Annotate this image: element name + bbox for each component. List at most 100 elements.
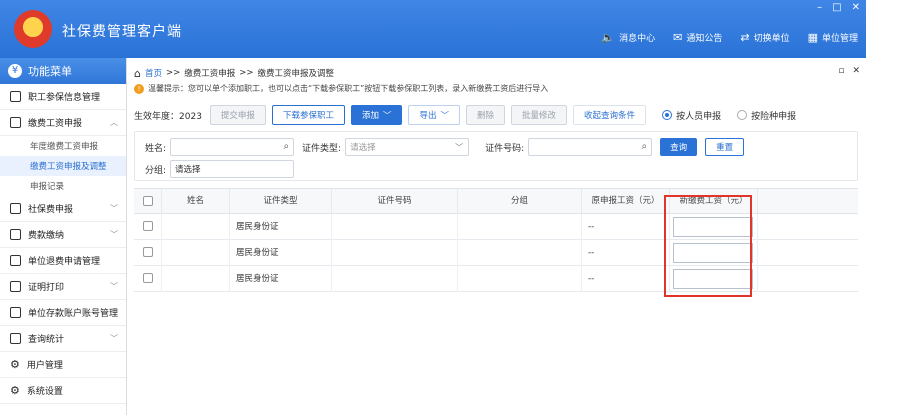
header-id-number: 证件号码 <box>332 189 458 214</box>
id-number-cell <box>332 240 458 266</box>
sidebar-subitem-annual[interactable]: 年度缴费工资申报 <box>0 136 126 156</box>
old-wage-cell: -- <box>582 240 670 266</box>
sidebar-item-label: 社保费申报 <box>28 205 74 215</box>
group-cell <box>458 214 582 240</box>
select-all-checkbox[interactable] <box>143 196 153 206</box>
minimize-button[interactable]: – <box>817 2 822 13</box>
sidebar-item-insured-info[interactable]: 职工参保信息管理 <box>0 84 126 110</box>
search-icon: ⌕ <box>283 141 290 152</box>
doc-icon <box>10 203 21 214</box>
sidebar-item-user-mgmt[interactable]: ⚙ 用户管理 <box>0 352 126 378</box>
chevron-down-icon: ﹀ <box>110 282 118 291</box>
window-controls: – □ ✕ <box>817 2 860 13</box>
name-input[interactable]: ⌕ <box>170 138 295 156</box>
export-label: 导出 <box>419 111 437 121</box>
breadcrumb-item[interactable]: 缴费工资申报 <box>184 67 235 79</box>
unit-management-label: 单位管理 <box>821 34 858 44</box>
switch-icon: ⇄ <box>740 31 750 44</box>
batch-edit-button[interactable]: 批量修改 <box>511 105 568 125</box>
sidebar-item-payment[interactable]: 费款缴纳 ﹀ <box>0 222 126 248</box>
notice-button[interactable]: ✉ 通知公告 <box>673 31 722 44</box>
radio-by-person-label: 按人员申报 <box>676 111 722 122</box>
sidebar-item-label: 系统设置 <box>26 387 63 397</box>
message-center-button[interactable]: 🔈 消息中心 <box>601 31 655 44</box>
sidebar: ¥ 功能菜单 职工参保信息管理 缴费工资申报 ︿ 年度缴费工资申报 缴费工资申报… <box>0 58 127 415</box>
row-checkbox-cell <box>134 214 162 240</box>
table-header: 姓名 证件类型 证件号码 分组 原申报工资（元） 新缴费工资（元） <box>134 189 858 214</box>
header-name: 姓名 <box>162 189 230 214</box>
sidebar-item-refund[interactable]: 单位退费申请管理 <box>0 248 126 274</box>
year-label: 生效年度：2023 <box>134 109 202 122</box>
sidebar-subitem-records[interactable]: 申报记录 <box>0 176 126 196</box>
radio-by-person[interactable]: 按人员申报 <box>662 109 721 122</box>
close-button[interactable]: ✕ <box>852 2 860 13</box>
top-actions: 🔈 消息中心 ✉ 通知公告 ⇄ 切换单位 ▦ 单位管理 <box>601 31 858 44</box>
id-type-select[interactable]: 请选择 ﹀ <box>345 138 470 156</box>
home-icon: ⌂ <box>134 66 141 80</box>
new-wage-input[interactable] <box>673 269 753 289</box>
sidebar-item-wage-declaration[interactable]: 缴费工资申报 ︿ <box>0 110 126 136</box>
switch-unit-button[interactable]: ⇄ 切换单位 <box>740 31 789 44</box>
id-number-input[interactable]: ⌕ <box>528 138 653 156</box>
employee-table: 姓名 证件类型 证件号码 分组 原申报工资（元） 新缴费工资（元） 居民身份证 … <box>134 188 858 414</box>
collapse-filters-button[interactable]: 收起查询条件 <box>573 105 647 125</box>
header-group: 分组 <box>458 189 582 214</box>
warning-icon: ! <box>134 83 144 94</box>
id-type-cell: 居民身份证 <box>230 214 332 240</box>
name-cell <box>162 240 230 266</box>
filter-row-2: 分组: 请选择 <box>145 160 295 178</box>
new-wage-input[interactable] <box>673 243 753 263</box>
group-select[interactable]: 请选择 <box>170 160 295 178</box>
sidebar-item-label: 费款缴纳 <box>28 231 65 241</box>
list-icon <box>10 91 21 102</box>
sidebar-subitem-adjust[interactable]: 缴费工资申报及调整 <box>0 156 126 176</box>
close-tab-button[interactable]: ✕ <box>852 66 860 76</box>
id-type-placeholder: 请选择 <box>350 143 376 153</box>
old-wage-cell: -- <box>582 214 670 240</box>
sidebar-item-certificate[interactable]: 证明打印 ﹀ <box>0 274 126 300</box>
unit-management-button[interactable]: ▦ 单位管理 <box>808 31 858 44</box>
table-row: 居民身份证 -- <box>134 214 858 240</box>
sidebar-item-social-fee[interactable]: 社保费申报 ﹀ <box>0 196 126 222</box>
name-cell <box>162 266 230 292</box>
maximize-button[interactable]: □ <box>832 2 841 13</box>
sidebar-item-system-settings[interactable]: ⚙ 系统设置 <box>0 378 126 404</box>
chart-icon <box>10 333 21 344</box>
speaker-icon: 🔈 <box>601 31 616 44</box>
new-wage-cell <box>670 214 758 240</box>
table-row: 居民身份证 -- <box>134 240 858 266</box>
id-number-label: 证件号码: <box>485 143 525 154</box>
row-checkbox[interactable] <box>143 247 153 257</box>
row-checkbox[interactable] <box>143 273 153 283</box>
chevron-down-icon: ﹀ <box>110 334 118 343</box>
breadcrumb-home[interactable]: 首页 <box>145 67 162 79</box>
radio-by-insurance[interactable]: 按险种申报 <box>737 109 796 122</box>
id-number-cell <box>332 214 458 240</box>
restore-tab-button[interactable]: ▫ <box>838 66 844 76</box>
sidebar-header-label: 功能菜单 <box>28 65 72 78</box>
add-button[interactable]: 添加 ﹀ <box>350 105 403 125</box>
year-value: 2023 <box>179 111 202 122</box>
switch-unit-label: 切换单位 <box>753 34 790 44</box>
header-checkbox-cell <box>134 189 162 214</box>
yen-icon: ¥ <box>8 64 22 78</box>
download-employees-button[interactable]: 下载参保职工 <box>271 105 345 125</box>
submit-button[interactable]: 提交申报 <box>209 105 266 125</box>
edit-icon <box>10 117 21 128</box>
sidebar-item-bank-account[interactable]: 单位存款账户账号管理 <box>0 300 126 326</box>
radio-dot <box>737 110 748 120</box>
sidebar-header[interactable]: ¥ 功能菜单 <box>0 58 126 84</box>
breadcrumb-current: 缴费工资申报及调整 <box>257 69 335 79</box>
export-button[interactable]: 导出 ﹀ <box>408 105 461 125</box>
id-type-label: 证件类型: <box>302 143 342 154</box>
row-checkbox[interactable] <box>143 221 153 231</box>
header-id-type: 证件类型 <box>230 189 332 214</box>
query-button[interactable]: 查询 <box>660 138 698 156</box>
sidebar-item-query-stats[interactable]: 查询统计 ﹀ <box>0 326 126 352</box>
header-new-wage: 新缴费工资（元） <box>670 189 758 214</box>
reset-button[interactable]: 重置 <box>705 138 745 156</box>
chevron-down-icon: ﹀ <box>440 111 450 121</box>
new-wage-input[interactable] <box>673 217 753 237</box>
tip-bar: ! 温馨提示：您可以单个添加职工，也可以点击“下载参保职工”按钮下载参保职工列表… <box>134 83 548 94</box>
delete-button[interactable]: 删除 <box>466 105 506 125</box>
